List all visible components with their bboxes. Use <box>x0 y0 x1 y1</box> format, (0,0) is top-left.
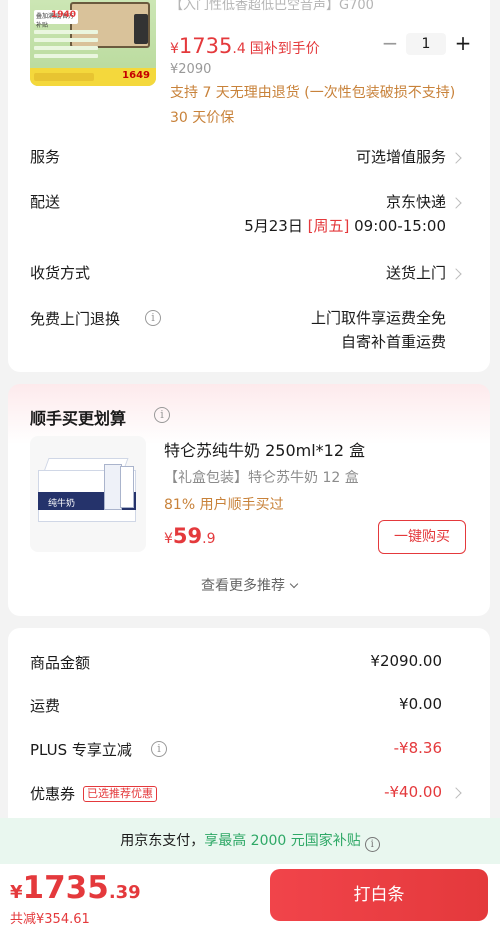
thumbnail-bar-price: 1649 <box>122 70 150 81</box>
chevron-right-icon[interactable] <box>450 268 462 280</box>
product-price: ¥1735.4 国补到手价 <box>170 34 320 58</box>
delivery-weekday: [周五] <box>307 217 350 235</box>
order-item-card: 叠加满减/官方补贴 1940 1649 【入门性低香超低巴空音声】G700 ¥1… <box>8 0 490 372</box>
product-image-speaker <box>134 14 148 44</box>
quantity-stepper: − 1 + <box>380 32 474 56</box>
milk-product-thumbnail[interactable]: 纯牛奶 <box>30 436 146 552</box>
bundle-section-title: 顺手买更划算 <box>30 409 127 428</box>
chevron-right-icon[interactable] <box>450 787 462 799</box>
price-protection: 30 天价保 <box>170 110 235 126</box>
national-subsidy-banner[interactable]: 用京东支付，享最高 2000 元国家补贴 i <box>0 818 500 864</box>
plus-discount-label: PLUS 专享立减 <box>30 741 132 759</box>
quantity-minus-button[interactable]: − <box>380 32 400 56</box>
total-integer: 1735 <box>22 870 109 906</box>
see-more-recommendations[interactable]: 查看更多推荐 <box>8 575 490 595</box>
shipping-label: 运费 <box>30 697 61 715</box>
chevron-right-icon[interactable] <box>450 152 462 164</box>
milk-carton <box>120 466 134 508</box>
free-return-value-2: 自寄补首重运费 <box>340 333 446 351</box>
price-integer: 1735 <box>178 34 233 58</box>
total-price: ¥1735.39 <box>10 870 141 906</box>
original-price: ¥2090 <box>170 62 212 77</box>
addon-price-integer: 59 <box>172 524 203 548</box>
delivery-date: 5月23日 <box>244 217 303 235</box>
info-icon[interactable]: i <box>145 310 161 326</box>
addon-product-price: ¥59.9 <box>164 524 216 548</box>
delivery-time[interactable]: 5月23日 [周五] 09:00-15:00 <box>244 215 446 236</box>
addon-price-currency: ¥ <box>164 531 173 547</box>
shipping-value: ¥0.00 <box>399 695 442 713</box>
one-click-buy-button[interactable]: 一键购买 <box>378 520 466 554</box>
info-icon[interactable]: i <box>151 741 167 757</box>
delivery-label: 配送 <box>30 193 61 211</box>
free-return-value-1: 上门取件享运费全免 <box>310 309 446 327</box>
product-thumbnail[interactable]: 叠加满减/官方补贴 1940 1649 <box>30 0 156 86</box>
return-policy: 支持 7 天无理由退货 (一次性包装破损不支持) <box>170 85 456 101</box>
total-decimal: .39 <box>108 882 141 903</box>
product-title: 【入门性低香超低巴空音声】G700 <box>170 0 374 13</box>
info-icon[interactable]: i <box>154 407 170 423</box>
addon-purchase-rate: 81% 用户顺手买过 <box>164 497 284 513</box>
addon-product-subtitle: 【礼盒包装】特仑苏牛奶 12 盒 <box>164 470 359 486</box>
total-currency: ¥ <box>10 882 23 903</box>
quantity-plus-button[interactable]: + <box>452 32 474 56</box>
coupon-label-text: 优惠券 <box>30 785 76 803</box>
thumbnail-tag-price: 1940 <box>50 10 76 20</box>
milk-box-text: 纯牛奶 <box>48 499 76 509</box>
free-return-label: 免费上门退换 <box>30 310 121 328</box>
delivery-value[interactable]: 京东快递 <box>386 191 446 212</box>
see-more-label: 查看更多推荐 <box>201 578 285 594</box>
total-saved[interactable]: 共减¥354.61 <box>10 908 90 927</box>
chevron-right-icon[interactable] <box>450 197 462 209</box>
checkout-footer: ¥1735.39 共减¥354.61 打白条 <box>0 864 500 940</box>
price-currency: ¥ <box>170 41 179 57</box>
price-note: 国补到手价 <box>249 41 320 57</box>
receive-method-value[interactable]: 送货上门 <box>386 262 446 283</box>
coupon-value[interactable]: -¥40.00 <box>384 783 442 801</box>
pay-with-baitiao-button[interactable]: 打白条 <box>270 869 488 921</box>
coupon-label[interactable]: 优惠券 已选推荐优惠 <box>30 783 158 804</box>
service-label: 服务 <box>30 148 61 166</box>
delivery-window: 09:00-15:00 <box>354 217 446 235</box>
addon-product-title[interactable]: 特仑苏纯牛奶 250ml*12 盒 <box>164 437 365 461</box>
addon-price-decimal: .9 <box>202 531 216 547</box>
thumbnail-bottom-bar: 1649 <box>30 68 156 86</box>
addon-bundle-card: 顺手买更划算 i 纯牛奶 特仑苏纯牛奶 250ml*12 盒 【礼盒包装】特仑苏… <box>8 384 490 616</box>
price-decimal: .4 <box>232 41 246 57</box>
goods-amount-label: 商品金额 <box>30 654 91 672</box>
plus-discount-value: -¥8.36 <box>393 739 442 757</box>
thumbnail-bar-graphic <box>34 73 94 81</box>
coupon-selected-tag: 已选推荐优惠 <box>83 786 158 802</box>
goods-amount-value: ¥2090.00 <box>370 652 442 670</box>
receive-method-label: 收货方式 <box>30 264 91 282</box>
subsidy-highlight: 享最高 2000 元国家补贴 <box>204 833 361 849</box>
info-icon[interactable]: i <box>364 837 380 852</box>
thumbnail-text-lines <box>34 30 98 68</box>
thumbnail-price-tag: 叠加满减/官方补贴 1940 <box>34 10 78 29</box>
service-value[interactable]: 可选增值服务 <box>356 146 446 167</box>
quantity-input[interactable]: 1 <box>406 33 446 55</box>
subsidy-prefix: 用京东支付， <box>120 833 205 849</box>
chevron-down-icon <box>289 579 299 589</box>
